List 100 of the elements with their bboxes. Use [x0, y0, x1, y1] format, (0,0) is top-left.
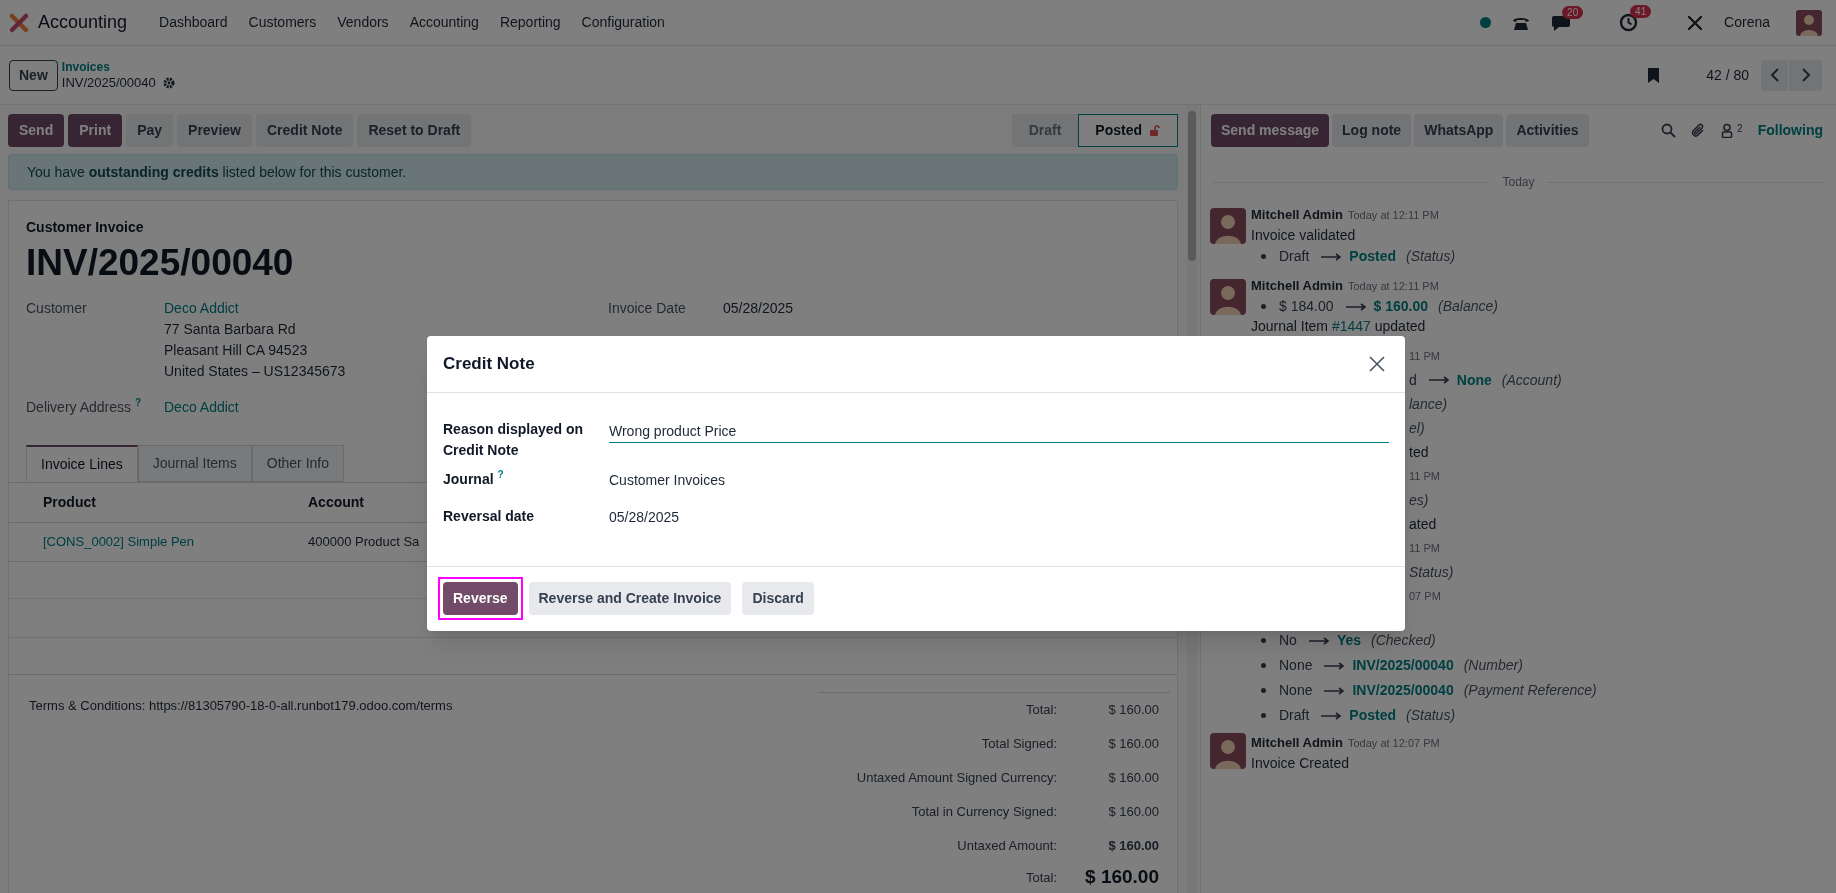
field-label: Customer: [26, 299, 88, 318]
status-step[interactable]: Draft: [1011, 114, 1079, 147]
address-line: 77 Santa Barbara Rd: [164, 320, 297, 339]
field-name: (Number): [1463, 656, 1523, 675]
chatter-button[interactable]: WhatsApp: [1414, 114, 1504, 147]
total-value: $ 160.00: [1107, 735, 1159, 754]
field-label: Reason displayed on Credit Note: [443, 420, 585, 460]
field-name: el): [1409, 418, 1425, 438]
count-badge: 20: [1562, 5, 1584, 19]
table-cell-text: 400000 Product Sa: [308, 533, 420, 552]
user-avatar: [1210, 279, 1246, 315]
new-value: INV/2025/00040: [1352, 681, 1454, 700]
user-avatar: [1210, 733, 1246, 769]
total-label: Total:: [1024, 868, 1057, 887]
field-label: Invoice Date: [608, 298, 687, 318]
action-button[interactable]: Pay: [126, 114, 174, 147]
user-avatar[interactable]: [1796, 9, 1822, 36]
old-value: None: [1279, 681, 1313, 700]
old-value: No: [1279, 631, 1297, 650]
dialog-button[interactable]: Reverse: [443, 582, 518, 615]
bookmark-icon[interactable]: [1647, 66, 1661, 84]
previous-button[interactable]: [1761, 59, 1788, 91]
field-label: Delivery Address: [26, 397, 132, 417]
arrow-icon: [1321, 252, 1344, 261]
tools-icon[interactable]: [1686, 13, 1705, 32]
activity-clock-icon[interactable]: [1619, 13, 1639, 32]
pager-value[interactable]: 42 / 80: [1706, 64, 1749, 86]
status-dot-icon: [1480, 17, 1492, 28]
column-header: Account: [308, 493, 364, 512]
action-button[interactable]: Credit Note: [256, 114, 354, 147]
action-button[interactable]: Print: [68, 114, 123, 147]
arrow-icon: [1428, 376, 1451, 384]
menu-item[interactable]: Reporting: [491, 6, 569, 39]
chevron-left-icon: [1769, 68, 1780, 82]
action-button[interactable]: Preview: [177, 114, 252, 147]
total-value: $ 160.00: [1084, 865, 1159, 889]
new-button[interactable]: New: [9, 59, 58, 91]
app-name[interactable]: Accounting: [38, 9, 128, 36]
app-logo-icon[interactable]: [8, 11, 30, 34]
delivery-address-link[interactable]: Deco Addict: [164, 396, 239, 418]
info-alert: You have outstanding credits listed below for this customer.: [8, 154, 1178, 190]
customer-link[interactable]: Deco Addict: [164, 297, 346, 319]
next-button[interactable]: [1789, 59, 1822, 91]
author-name: Mitchell Admin: [1251, 734, 1343, 753]
field-label: Journal: [443, 470, 494, 489]
chevron-right-icon: [1800, 68, 1811, 82]
message-text: ated: [1409, 514, 1437, 534]
old-value: $ 184.00: [1279, 297, 1334, 316]
action-button[interactable]: Send: [8, 114, 65, 147]
follower-count[interactable]: 2: [1737, 123, 1743, 135]
settings-icon[interactable]: [162, 76, 175, 89]
invoice-number: INV/2025/00040: [26, 241, 295, 285]
field-name: (Checked): [1371, 631, 1436, 650]
help-marker[interactable]: ?: [135, 396, 142, 409]
action-button[interactable]: Reset to Draft: [357, 114, 472, 147]
search-icon[interactable]: [1661, 123, 1677, 138]
message-text: ted: [1409, 442, 1429, 462]
record-link[interactable]: #1447: [1331, 318, 1371, 334]
dialog-button[interactable]: Reverse and Create Invoice: [528, 582, 732, 615]
bullet-icon: [1261, 638, 1266, 643]
menu-item[interactable]: Accounting: [401, 6, 487, 39]
message-text: Invoice validated: [1251, 226, 1357, 245]
message-text: Invoice Created: [1251, 754, 1351, 773]
user-name[interactable]: Corena: [1724, 12, 1770, 33]
arrow-icon: [1324, 661, 1347, 670]
menu-item[interactable]: Vendors: [329, 6, 397, 39]
bullet-icon: [1261, 254, 1266, 259]
message-time: Today at 12:11 PM: [1347, 278, 1439, 294]
menu-item[interactable]: Configuration: [573, 6, 673, 39]
dialog-button[interactable]: Discard: [742, 582, 814, 615]
field-name: (Payment Reference): [1463, 681, 1597, 700]
message-time: 11 PM: [1409, 540, 1440, 556]
tab[interactable]: Other Info: [251, 445, 345, 482]
menu-item[interactable]: Dashboard: [151, 6, 236, 39]
dialog-title: Credit Note: [443, 353, 535, 376]
total-label: Untaxed Amount Signed Currency:: [855, 769, 1057, 788]
message-text: Journal Item #1447 updated: [1251, 317, 1427, 336]
tab[interactable]: Invoice Lines: [26, 445, 138, 482]
terms-text: Terms & Conditions: https://81305790-18-0-all.runbot179.odoo.com/terms: [28, 697, 453, 715]
product-link[interactable]: [CONS_0002] Simple Pen: [9, 532, 308, 552]
old-value: None: [1279, 656, 1313, 675]
arrow-icon: [1321, 711, 1344, 720]
total-label: Total:: [1024, 701, 1057, 720]
breadcrumb-link[interactable]: Invoices: [61, 60, 175, 75]
author-name: Mitchell Admin: [1251, 277, 1343, 296]
paperclip-icon[interactable]: [1691, 122, 1707, 139]
arrow-icon: [1324, 686, 1347, 695]
chatter-button[interactable]: Log note: [1332, 114, 1412, 147]
menu-item[interactable]: Customers: [240, 6, 325, 39]
message-time: 11 PM: [1409, 468, 1440, 484]
help-marker[interactable]: ?: [497, 469, 504, 481]
following-button[interactable]: Following: [1757, 120, 1823, 141]
tab[interactable]: Journal Items: [137, 445, 252, 482]
chatter-button[interactable]: Send message: [1211, 114, 1330, 147]
new-value: $ 160.00: [1373, 297, 1428, 316]
message-time: Today at 12:07 PM: [1347, 735, 1440, 751]
field-name: (Balance): [1438, 297, 1498, 316]
chatter-button[interactable]: Activities: [1506, 114, 1589, 147]
status-step[interactable]: Posted: [1078, 114, 1178, 147]
message-time: Today at 12:11 PM: [1347, 207, 1439, 223]
